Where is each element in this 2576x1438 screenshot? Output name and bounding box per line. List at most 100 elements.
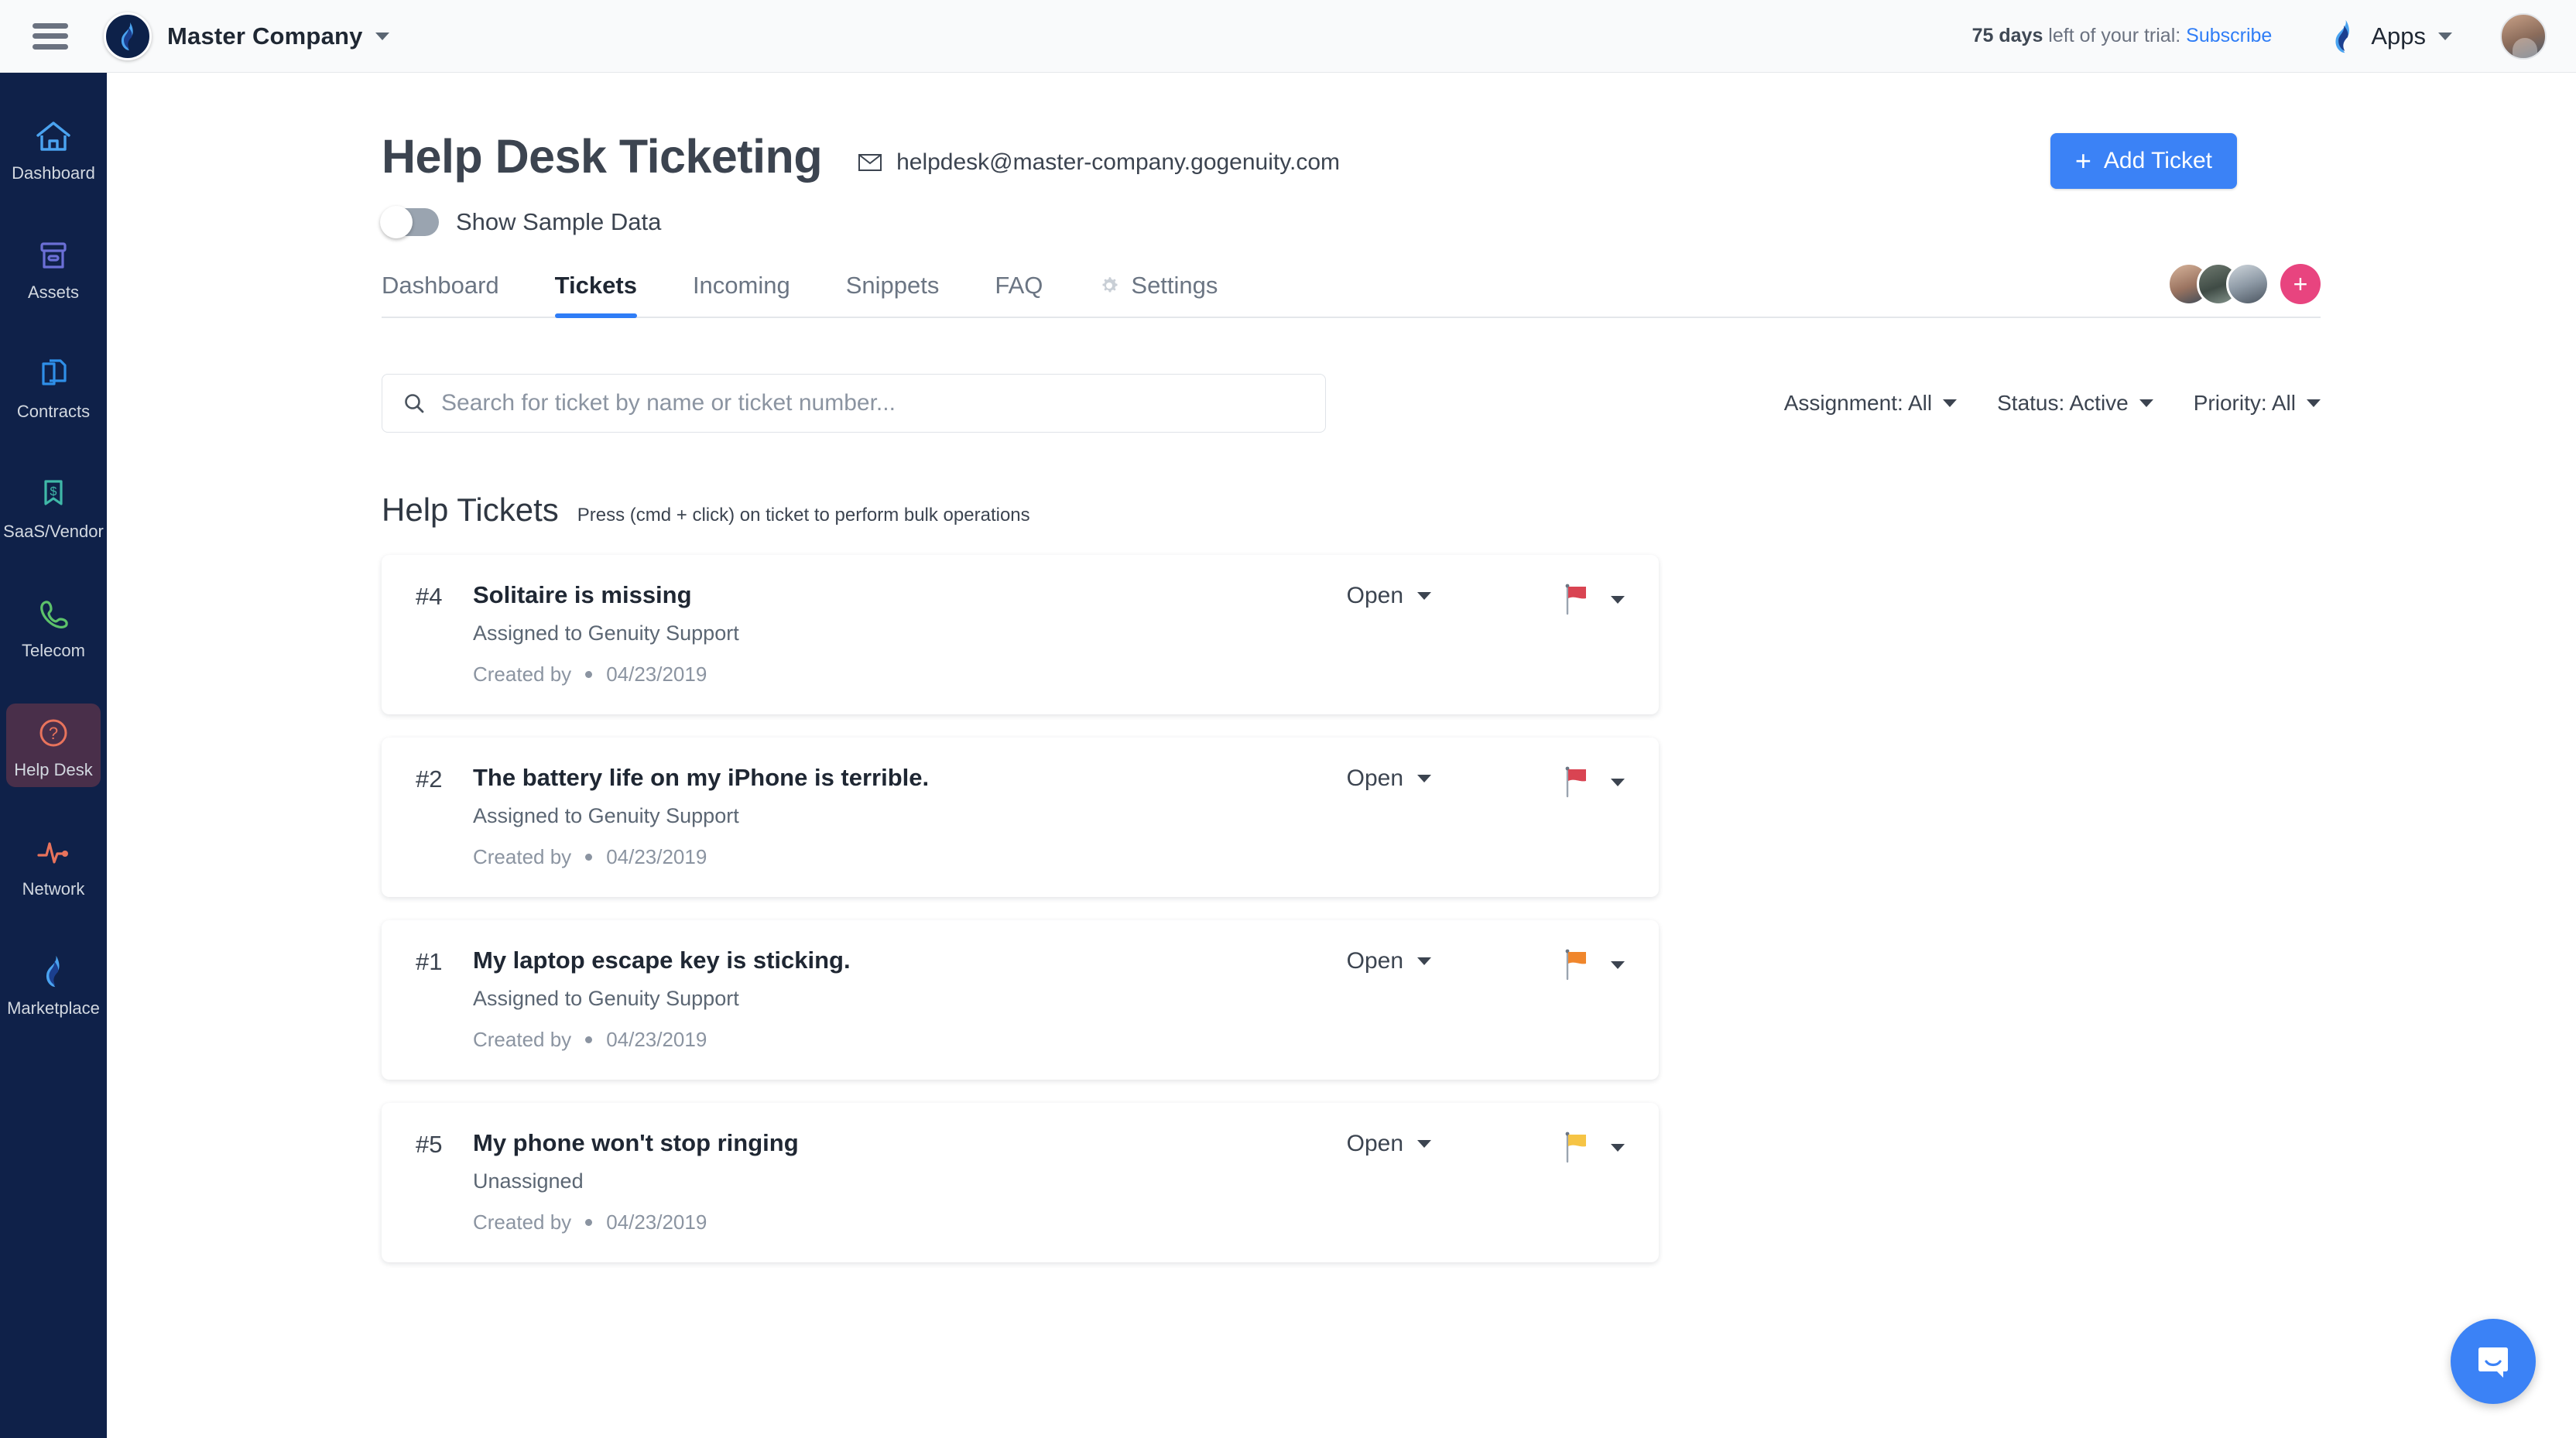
ticket-title: My laptop escape key is sticking. bbox=[473, 947, 851, 974]
user-avatar[interactable] bbox=[2500, 12, 2547, 60]
sidebar-item-dashboard[interactable]: Dashboard bbox=[6, 107, 101, 190]
add-member-button[interactable]: + bbox=[2280, 264, 2321, 304]
help-desk-email[interactable]: helpdesk@master-company.gogenuity.com bbox=[858, 149, 1340, 180]
flag-icon bbox=[1565, 1132, 1586, 1163]
filter-assignment[interactable]: Assignment: All bbox=[1783, 391, 1958, 416]
sidebar-item-label: Dashboard bbox=[12, 163, 95, 183]
sidebar: Dashboard Assets Contracts $ SaaS/Vendor… bbox=[0, 73, 107, 1438]
pulse-icon bbox=[35, 832, 72, 872]
company-name[interactable]: Master Company bbox=[167, 22, 363, 50]
ticket-priority-dropdown[interactable] bbox=[1563, 581, 1625, 617]
chevron-down-icon bbox=[1611, 961, 1625, 969]
separator-dot bbox=[585, 671, 593, 678]
tab-label: Snippets bbox=[845, 272, 940, 299]
filter-label: Priority: All bbox=[2193, 391, 2296, 415]
tab-bar: Dashboard Tickets Incoming Snippets FAQ … bbox=[382, 262, 2321, 318]
flag-fill bbox=[1568, 1135, 1586, 1147]
gear-icon bbox=[1102, 277, 1118, 293]
sidebar-item-saas-vendor[interactable]: $ SaaS/Vendor bbox=[3, 465, 104, 549]
ticket-number: #1 bbox=[416, 948, 443, 975]
status-label: Open bbox=[1346, 765, 1403, 791]
ticket-number: #4 bbox=[416, 583, 443, 610]
question-icon: ? bbox=[36, 713, 71, 753]
sidebar-item-marketplace[interactable]: Marketplace bbox=[6, 942, 101, 1025]
ticket-assignment: Assigned to Genuity Support bbox=[473, 804, 739, 827]
ticket-body: Solitaire is missing Assigned to Genuity… bbox=[473, 581, 1347, 686]
created-label: Created by bbox=[473, 1210, 572, 1234]
tab-label: FAQ bbox=[995, 272, 1043, 299]
tab-faq[interactable]: FAQ bbox=[995, 272, 1043, 317]
ticket-status-dropdown[interactable]: Open bbox=[1347, 947, 1431, 974]
svg-text:?: ? bbox=[49, 724, 58, 743]
sidebar-item-telecom[interactable]: Telecom bbox=[6, 584, 101, 668]
created-date: 04/23/2019 bbox=[606, 663, 707, 686]
tab-settings[interactable]: Settings bbox=[1098, 272, 1218, 317]
ticket-body: My laptop escape key is sticking. Assign… bbox=[473, 947, 1347, 1052]
email-text: helpdesk@master-company.gogenuity.com bbox=[896, 149, 1341, 175]
flag-fill bbox=[1568, 769, 1586, 782]
ticket-created: Created by 04/23/2019 bbox=[473, 663, 1347, 686]
filter-status[interactable]: Status: Active bbox=[1997, 391, 2153, 416]
chat-button[interactable] bbox=[2451, 1319, 2536, 1404]
tab-snippets[interactable]: Snippets bbox=[846, 272, 940, 317]
created-date: 04/23/2019 bbox=[606, 845, 707, 868]
ticket-priority-dropdown[interactable] bbox=[1563, 1129, 1625, 1165]
apps-menu[interactable]: Apps bbox=[2328, 18, 2452, 55]
add-ticket-label: Add Ticket bbox=[2103, 148, 2212, 173]
hamburger-icon[interactable] bbox=[33, 22, 68, 50]
phone-icon bbox=[36, 594, 71, 634]
created-date: 04/23/2019 bbox=[606, 1210, 707, 1234]
ticket-priority-dropdown[interactable] bbox=[1563, 947, 1625, 982]
company-logo[interactable] bbox=[104, 12, 152, 60]
tab-dashboard[interactable]: Dashboard bbox=[382, 272, 499, 317]
sidebar-item-label: Contracts bbox=[16, 402, 91, 422]
sidebar-item-help-desk[interactable]: ? Help Desk bbox=[6, 703, 101, 788]
table-row[interactable]: #1 My laptop escape key is sticking. Ass… bbox=[382, 920, 1659, 1080]
tab-label: Tickets bbox=[554, 272, 637, 299]
ticket-priority-dropdown[interactable] bbox=[1563, 764, 1625, 799]
dollar-tag-icon: $ bbox=[36, 474, 71, 515]
team-avatars: + bbox=[2167, 262, 2321, 306]
envelope-icon bbox=[858, 154, 882, 171]
ticket-status-dropdown[interactable]: Open bbox=[1347, 1129, 1431, 1157]
chevron-down-icon[interactable] bbox=[375, 32, 389, 40]
sidebar-item-assets[interactable]: Assets bbox=[6, 226, 101, 310]
ticket-status-dropdown[interactable]: Open bbox=[1347, 764, 1431, 792]
subscribe-link[interactable]: Subscribe bbox=[2186, 25, 2272, 46]
avatar[interactable] bbox=[2226, 262, 2269, 306]
show-sample-data-toggle[interactable] bbox=[380, 206, 439, 238]
ticket-assignment: Assigned to Genuity Support bbox=[473, 621, 739, 645]
ticket-body: My phone won't stop ringing Unassigned C… bbox=[473, 1129, 1347, 1234]
chevron-down-icon bbox=[1417, 592, 1431, 600]
chevron-down-icon bbox=[1417, 1140, 1431, 1148]
svg-text:$: $ bbox=[50, 485, 57, 498]
search-and-filters: Assignment: All Status: Active Priority:… bbox=[382, 374, 2321, 433]
filter-priority[interactable]: Priority: All bbox=[2194, 391, 2321, 416]
chevron-down-icon bbox=[1611, 779, 1625, 786]
flag-fill bbox=[1568, 952, 1586, 964]
search-box[interactable] bbox=[382, 374, 1326, 433]
tab-tickets[interactable]: Tickets bbox=[554, 272, 638, 318]
sidebar-item-network[interactable]: Network bbox=[6, 823, 101, 906]
tab-label: Settings bbox=[1131, 272, 1218, 299]
table-row[interactable]: #2 The battery life on my iPhone is terr… bbox=[382, 738, 1659, 897]
ticket-created: Created by 04/23/2019 bbox=[473, 1210, 1347, 1234]
ticket-number: #2 bbox=[416, 765, 443, 793]
table-row[interactable]: #5 My phone won't stop ringing Unassigne… bbox=[382, 1103, 1659, 1262]
filter-label: Assignment: All bbox=[1783, 391, 1933, 415]
tab-incoming[interactable]: Incoming bbox=[693, 272, 790, 317]
search-input[interactable] bbox=[441, 390, 1277, 416]
separator-dot bbox=[585, 854, 593, 861]
separator-dot bbox=[585, 1036, 593, 1043]
ticket-title: The battery life on my iPhone is terribl… bbox=[473, 764, 930, 791]
flame-icon bbox=[39, 951, 68, 991]
status-label: Open bbox=[1346, 948, 1403, 974]
created-date: 04/23/2019 bbox=[606, 1028, 707, 1051]
sidebar-item-contracts[interactable]: Contracts bbox=[6, 345, 101, 429]
ticket-status-dropdown[interactable]: Open bbox=[1347, 581, 1431, 609]
table-row[interactable]: #4 Solitaire is missing Assigned to Genu… bbox=[382, 555, 1659, 714]
flag-fill bbox=[1568, 587, 1586, 599]
chevron-down-icon bbox=[1611, 596, 1625, 604]
add-ticket-button[interactable]: + Add Ticket bbox=[2050, 133, 2237, 189]
main-content: Help Desk Ticketing helpdesk@master-comp… bbox=[107, 73, 2576, 1438]
